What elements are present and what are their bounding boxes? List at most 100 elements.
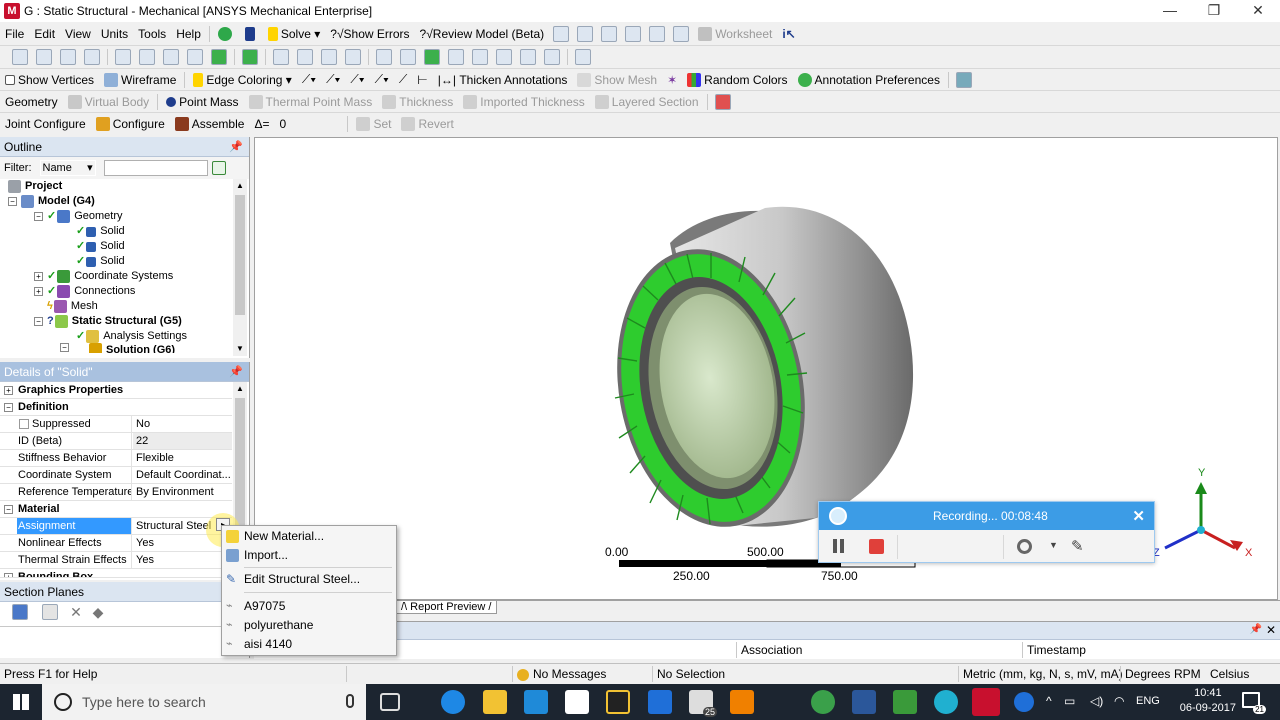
tree-item-connections[interactable]: + ✓ Connections — [34, 284, 135, 299]
scrollbar-thumb[interactable] — [235, 195, 245, 315]
word-icon[interactable] — [852, 690, 876, 714]
details-row-thermal-strain[interactable]: Thermal Strain Effects Yes — [0, 552, 232, 569]
outline-scrollbar[interactable]: ▲ ▼ — [233, 179, 247, 356]
windows-start-icon[interactable] — [13, 694, 29, 710]
details-row-suppressed[interactable]: Suppressed No — [0, 416, 232, 433]
thermal-point-mass-button[interactable]: Thermal Point Mass — [244, 91, 378, 112]
menu-item-material-aisi-4140[interactable]: ⌁ aisi 4140 — [222, 635, 396, 654]
revert-button[interactable]: Revert — [396, 113, 458, 135]
details-row-coordinate-system[interactable]: Coordinate System Default Coordinat... — [0, 467, 232, 484]
magnifier-icon[interactable] — [424, 49, 440, 65]
delta-value[interactable]: 0 — [274, 113, 344, 135]
bearing-model[interactable] — [596, 206, 914, 542]
tree-item-mesh[interactable]: ϟ Mesh — [47, 299, 98, 314]
toolbar-icon[interactable] — [649, 25, 666, 42]
task-view-icon[interactable] — [380, 693, 400, 711]
recorder-icon[interactable] — [934, 690, 958, 714]
toolbar-icon[interactable] — [553, 25, 570, 42]
check-icon[interactable] — [213, 23, 240, 44]
pin-icon[interactable]: 📌 — [229, 362, 243, 382]
tree-item-solution[interactable]: − Solution (G6) — [60, 343, 175, 353]
tab-report-preview[interactable]: /\ Report Preview / — [396, 601, 497, 614]
edge-coloring-dropdown[interactable]: Edge Coloring ▾ — [188, 69, 296, 90]
filter-input[interactable] — [103, 160, 208, 176]
imported-thickness-button[interactable]: Imported Thickness — [458, 91, 590, 112]
expand-icon[interactable]: + — [34, 287, 43, 296]
menu-edit[interactable]: Edit — [29, 23, 60, 44]
tree-item-solid[interactable]: ✓ Solid — [76, 254, 125, 269]
collapse-icon[interactable]: − — [4, 505, 13, 514]
collapse-icon[interactable]: − — [34, 212, 43, 221]
show-vertices-button[interactable]: Show Vertices — [0, 69, 99, 90]
tray-chevron-icon[interactable]: ^ — [1046, 694, 1052, 708]
close-button[interactable]: ✕ — [1236, 0, 1280, 22]
taskbar-search[interactable]: Type here to search — [42, 684, 366, 720]
show-mesh-button[interactable]: Show Mesh — [572, 69, 662, 90]
details-row-stiffness[interactable]: Stiffness Behavior Flexible — [0, 450, 232, 467]
chevron-down-icon[interactable]: ▼ — [1049, 540, 1058, 550]
set-view-icon[interactable] — [520, 49, 536, 65]
vertex-select-icon[interactable] — [115, 49, 131, 65]
store-icon[interactable] — [565, 690, 589, 714]
close-icon[interactable]: ✕ — [1266, 623, 1276, 637]
status-units[interactable]: Metric (mm, kg, N, s, mV, mA) — [958, 666, 1123, 682]
details-group-material[interactable]: − Material — [0, 501, 232, 518]
mail-icon[interactable]: 25 — [689, 690, 717, 717]
copy-icon[interactable] — [42, 604, 58, 620]
filter-select[interactable]: Name ▾ — [39, 160, 96, 176]
network-icon[interactable]: ▭ — [1064, 694, 1075, 708]
previous-view-icon[interactable] — [448, 49, 464, 65]
collapse-icon[interactable]: − — [34, 317, 43, 326]
column-association[interactable]: Association — [736, 642, 1022, 658]
body-select-icon[interactable] — [187, 49, 203, 65]
file-explorer-icon[interactable] — [483, 690, 507, 714]
webcam-icon[interactable] — [1017, 539, 1032, 554]
refresh-icon[interactable] — [211, 161, 226, 175]
pen-icon[interactable]: ✎ — [1071, 537, 1084, 555]
splitter[interactable] — [254, 614, 1280, 621]
status-rpm[interactable]: RPM — [1170, 666, 1206, 682]
select-icon[interactable] — [36, 49, 52, 65]
status-messages[interactable]: No Messages — [512, 666, 652, 682]
menu-item-edit-structural-steel[interactable]: ✎ Edit Structural Steel... — [222, 570, 396, 589]
details-group-definition[interactable]: − Definition — [0, 399, 232, 416]
zoom-fit-icon[interactable] — [400, 49, 416, 65]
collapse-icon[interactable]: − — [8, 197, 17, 206]
scroll-up-icon[interactable]: ▲ — [233, 382, 247, 396]
tag-icon[interactable] — [544, 49, 560, 65]
app-icon[interactable] — [524, 690, 548, 714]
select-icon[interactable] — [12, 49, 28, 65]
edge-display-icon[interactable]: ⊢ — [412, 69, 432, 90]
rotate-icon[interactable] — [273, 49, 289, 65]
expand-icon[interactable]: + — [34, 272, 43, 281]
show-errors-button[interactable]: ?√Show Errors — [325, 23, 414, 44]
thicken-annotations-button[interactable]: |↔| Thicken Annotations — [433, 69, 573, 90]
edge-display-icon[interactable]: ⟋▾ — [321, 69, 345, 90]
menu-item-material-a97075[interactable]: ⌁ A97075 — [222, 597, 396, 616]
wireframe-button[interactable]: Wireframe — [99, 69, 181, 90]
axis-triad[interactable]: Y X Z — [1153, 467, 1253, 559]
solve-button[interactable]: Solve ▾ — [263, 23, 325, 44]
element-orientation-icon[interactable] — [714, 93, 731, 110]
help-cursor-icon[interactable]: i↖ — [777, 23, 800, 44]
collapse-icon[interactable]: − — [4, 403, 13, 412]
assemble-button[interactable]: Assemble — [170, 113, 250, 135]
edge-display-icon[interactable]: ⟋▾ — [345, 69, 369, 90]
collapse-icon[interactable]: − — [60, 343, 69, 352]
delete-icon[interactable]: ✕ — [68, 604, 84, 621]
expand-icon[interactable]: + — [4, 573, 13, 577]
edge-browser-icon[interactable] — [441, 690, 465, 714]
expand-icon[interactable]: + — [4, 386, 13, 395]
vlc-icon[interactable] — [730, 690, 754, 714]
details-group-bounding-box[interactable]: + Bounding Box — [0, 569, 232, 578]
select-icon[interactable] — [60, 49, 76, 65]
menu-view[interactable]: View — [60, 23, 96, 44]
details-row-id[interactable]: ID (Beta) 22 — [0, 433, 232, 450]
toolbar-icon[interactable] — [601, 25, 618, 42]
volume-icon[interactable]: ◁) — [1090, 694, 1103, 708]
ansys-mechanical-icon[interactable] — [972, 688, 1000, 716]
column-timestamp[interactable]: Timestamp — [1022, 642, 1280, 658]
edge-display-icon[interactable]: ⟋▾ — [370, 69, 394, 90]
pin-icon[interactable]: 📌 — [229, 137, 243, 157]
status-degrees[interactable]: Degrees — [1120, 666, 1170, 682]
